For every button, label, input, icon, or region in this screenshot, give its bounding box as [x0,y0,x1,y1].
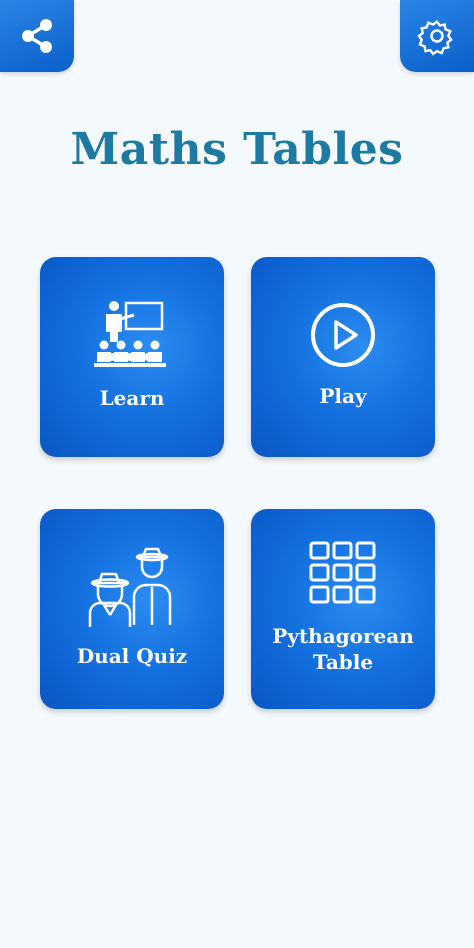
pythagorean-label-line2: Table [312,650,374,674]
learn-button[interactable]: Learn [40,257,224,457]
grid-icon [251,539,435,611]
play-circle-icon [251,301,435,369]
play-button[interactable]: Play [251,257,435,457]
learn-label: Learn [99,386,165,410]
pythagorean-table-button[interactable]: Pythagorean Table [251,509,435,709]
pythagorean-label-line1: Pythagorean [272,624,414,648]
settings-button[interactable] [400,0,474,72]
gear-icon [417,20,453,56]
share-icon [22,19,52,53]
two-players-icon [40,543,224,629]
dual-quiz-label: Dual Quiz [76,644,188,668]
teacher-class-icon [40,297,224,373]
dual-quiz-button[interactable]: Dual Quiz [40,509,224,709]
page-title: Maths Tables [70,124,404,175]
share-button[interactable] [0,0,74,72]
play-label: Play [319,384,367,408]
